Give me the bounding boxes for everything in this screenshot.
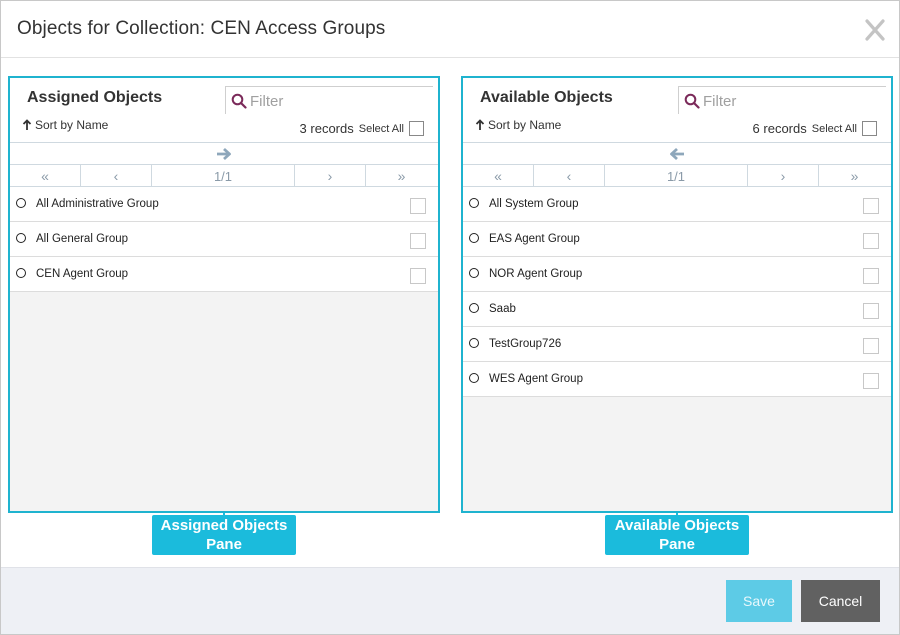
assigned-pager-last[interactable]: » [366, 165, 437, 187]
save-button[interactable]: Save [726, 580, 792, 622]
assigned-objects-pane: Assigned Objects Sort by Name 3 records … [8, 76, 440, 513]
item-checkbox[interactable] [863, 233, 879, 249]
available-callout-line1: Available Objects [614, 517, 740, 534]
move-to-available-button[interactable] [10, 142, 438, 164]
assigned-pane-title: Assigned Objects [27, 89, 163, 106]
available-pager-position: 1/1 [605, 165, 748, 187]
item-name: TestGroup726 [489, 338, 562, 350]
item-name: WES Agent Group [489, 373, 583, 385]
item-radio[interactable] [469, 268, 479, 278]
item-name: EAS Agent Group [489, 233, 580, 245]
item-radio[interactable] [16, 233, 26, 243]
item-radio[interactable] [469, 338, 479, 348]
available-sort-label: Sort by Name [488, 118, 562, 132]
assigned-list: All Administrative Group All General Gro… [10, 187, 438, 292]
item-radio[interactable] [16, 198, 26, 208]
item-radio[interactable] [469, 373, 479, 383]
item-checkbox[interactable] [863, 338, 879, 354]
available-select-all-checkbox[interactable] [862, 121, 877, 136]
list-item[interactable]: NOR Agent Group [463, 257, 891, 292]
item-radio[interactable] [469, 198, 479, 208]
available-record-count: 6 records [752, 121, 807, 136]
assigned-record-count: 3 records [299, 121, 354, 136]
assigned-callout-line1: Assigned Objects [160, 517, 288, 534]
available-filter-input[interactable] [703, 91, 879, 111]
list-item[interactable]: TestGroup726 [463, 327, 891, 362]
assigned-pager-position: 1/1 [152, 165, 295, 187]
list-item[interactable]: All System Group [463, 187, 891, 222]
arrow-left-icon [670, 147, 684, 160]
available-pager-next[interactable]: › [748, 165, 819, 187]
assigned-select-all-label: Select All [358, 122, 404, 135]
item-name: NOR Agent Group [489, 268, 583, 280]
assigned-callout-line2: Pane [206, 536, 242, 553]
item-radio[interactable] [469, 303, 479, 313]
search-icon [684, 93, 700, 109]
move-to-assigned-button[interactable] [463, 142, 891, 164]
available-pager-prev[interactable]: ‹ [534, 165, 605, 187]
item-checkbox[interactable] [410, 268, 426, 284]
search-icon [231, 93, 247, 109]
item-name: Saab [489, 303, 516, 315]
dialog-header: Objects for Collection: CEN Access Group… [1, 1, 899, 58]
objects-dialog: Objects for Collection: CEN Access Group… [0, 0, 900, 635]
assigned-pager-first[interactable]: « [10, 165, 81, 187]
assigned-sort-button[interactable]: Sort by Name [22, 118, 108, 132]
item-checkbox[interactable] [863, 198, 879, 214]
list-item[interactable]: Saab [463, 292, 891, 327]
arrow-right-icon [217, 147, 231, 160]
arrow-up-icon [475, 119, 485, 130]
item-name: All General Group [36, 233, 129, 245]
list-item[interactable]: All Administrative Group [10, 187, 438, 222]
assigned-filter-input[interactable] [250, 91, 426, 111]
available-pane-callout: Available Objects Pane [605, 515, 749, 555]
assigned-pane-toolbar: Assigned Objects Sort by Name 3 records … [10, 78, 438, 187]
item-name: All Administrative Group [36, 198, 159, 210]
item-checkbox[interactable] [410, 198, 426, 214]
available-pane-toolbar: Available Objects Sort by Name 6 records… [463, 78, 891, 187]
cancel-button[interactable]: Cancel [801, 580, 880, 622]
list-item[interactable]: CEN Agent Group [10, 257, 438, 292]
assigned-filter[interactable] [225, 86, 433, 114]
item-name: All System Group [489, 198, 579, 210]
available-filter[interactable] [678, 86, 886, 114]
item-name: CEN Agent Group [36, 268, 129, 280]
assigned-records: 3 records Select All [300, 121, 424, 136]
item-checkbox[interactable] [863, 268, 879, 284]
list-item[interactable]: WES Agent Group [463, 362, 891, 397]
available-pane-title: Available Objects [480, 89, 613, 106]
arrow-up-icon [22, 119, 32, 130]
available-pager-first[interactable]: « [463, 165, 534, 187]
item-checkbox[interactable] [863, 303, 879, 319]
available-sort-button[interactable]: Sort by Name [475, 118, 561, 132]
available-list: All System Group EAS Agent Group NOR Age… [463, 187, 891, 397]
available-objects-pane: Available Objects Sort by Name 6 records… [461, 76, 893, 513]
assigned-sort-label: Sort by Name [35, 118, 109, 132]
available-callout-line2: Pane [659, 536, 695, 553]
list-item[interactable]: EAS Agent Group [463, 222, 891, 257]
assigned-select-all-checkbox[interactable] [409, 121, 424, 136]
item-radio[interactable] [16, 268, 26, 278]
close-icon[interactable] [865, 19, 885, 41]
available-records: 6 records Select All [753, 121, 877, 136]
item-radio[interactable] [469, 233, 479, 243]
available-select-all-label: Select All [811, 122, 857, 135]
assigned-pager-next[interactable]: › [295, 165, 366, 187]
dialog-footer: Save Cancel [1, 567, 899, 634]
dialog-title: Objects for Collection: CEN Access Group… [17, 18, 386, 39]
available-pager-last[interactable]: » [819, 165, 890, 187]
item-checkbox[interactable] [863, 373, 879, 389]
assigned-pager: « ‹ 1/1 › » [10, 164, 438, 187]
assigned-pane-callout: Assigned Objects Pane [152, 515, 296, 555]
list-item[interactable]: All General Group [10, 222, 438, 257]
item-checkbox[interactable] [410, 233, 426, 249]
assigned-pager-prev[interactable]: ‹ [81, 165, 152, 187]
available-pager: « ‹ 1/1 › » [463, 164, 891, 187]
